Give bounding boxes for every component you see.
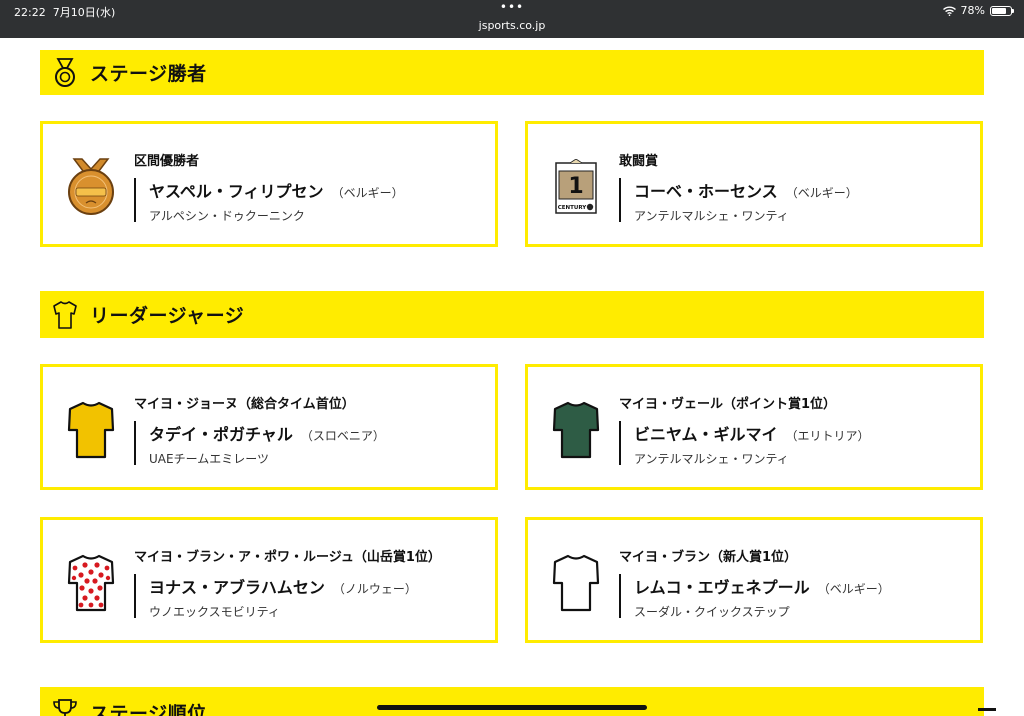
team-name: UAEチームエミレーツ: [149, 452, 269, 466]
award-title: 区間優勝者: [134, 154, 200, 169]
collapse-minus-icon[interactable]: [978, 708, 996, 711]
rider-name[interactable]: ヤスペル・フィリプセン: [149, 182, 324, 201]
green-jersey-icon: [550, 399, 602, 461]
section-title: ステージ勝者: [90, 63, 207, 85]
bib-number: 1: [568, 174, 583, 199]
rider-info: レムコ・エヴェネプール （ベルギー） スーダル・クイックステップ: [619, 574, 890, 619]
award-title: 敢闘賞: [619, 154, 659, 169]
rider-info: タデイ・ポガチャル （スロベニア） UAEチームエミレーツ: [134, 421, 385, 466]
award-card-maillot-vert[interactable]: マイヨ・ヴェール（ポイント賞1位） ビニヤム・ギルマイ （エリトリア） アンテルマ…: [525, 364, 983, 490]
award-card-maillot-blanc[interactable]: マイヨ・ブラン（新人賞1位） レムコ・エヴェネプール （ベルギー） スーダル・クイ…: [525, 517, 983, 643]
award-card-stage-winner[interactable]: 区間優勝者 ヤスペル・フィリプセン （ベルギー） アルペシン・ドゥクーニンク: [40, 121, 498, 247]
trophy-icon: [52, 695, 78, 716]
rider-name[interactable]: ビニヤム・ギルマイ: [634, 425, 778, 444]
section-leader-jersey: リーダージャージ: [40, 291, 984, 338]
section-stage-winner: ステージ勝者: [40, 50, 984, 95]
status-right: 78%: [942, 4, 1014, 17]
yellow-jersey-icon: [65, 399, 117, 461]
bib-subtext: CENTURY: [558, 205, 588, 211]
rider-nation: （ベルギー）: [785, 186, 858, 200]
wifi-icon: [942, 6, 956, 16]
award-card-maillot-jaune[interactable]: マイヨ・ジョーヌ（総合タイム首位） タデイ・ポガチャル （スロベニア） UAEチー…: [40, 364, 498, 490]
team-name: スーダル・クイックステップ: [634, 605, 790, 619]
combativity-number-icon: 1 CENTURY: [550, 156, 602, 218]
rider-info: ビニヤム・ギルマイ （エリトリア） アンテルマルシェ・ワンティ: [619, 421, 870, 466]
address-url[interactable]: jsports.co.jp: [0, 19, 1024, 32]
polka-dot-jersey-icon: [65, 552, 117, 614]
section-title: リーダージャージ: [90, 305, 245, 327]
rider-nation: （スロベニア）: [300, 429, 385, 443]
award-title: マイヨ・ブラン・ア・ポワ・ルージュ（山岳賞1位）: [134, 550, 441, 565]
rider-nation: （エリトリア）: [785, 429, 870, 443]
battery-icon: [990, 5, 1014, 16]
award-card-combativity[interactable]: 1 CENTURY 敢闘賞 コーベ・ホーセンス （ベルギー） アンテルマルシェ・ワ…: [525, 121, 983, 247]
white-jersey-icon: [550, 552, 602, 614]
section-stage-ranking[interactable]: ステージ順位: [40, 687, 984, 716]
multitasking-dots[interactable]: •••: [0, 0, 1024, 14]
rider-info: コーベ・ホーセンス （ベルギー） アンテルマルシェ・ワンティ: [619, 178, 858, 223]
medal-icon: [52, 57, 78, 88]
battery-fill: [992, 7, 1007, 14]
rider-info: ヤスペル・フィリプセン （ベルギー） アルペシン・ドゥクーニンク: [134, 178, 404, 223]
battery-percent: 78%: [960, 4, 985, 17]
rider-nation: （ベルギー）: [817, 582, 890, 596]
award-title: マイヨ・ブラン（新人賞1位）: [619, 550, 798, 565]
status-bar: 22:22 7月10日(水) ••• jsports.co.jp 78%: [0, 0, 1024, 38]
rider-name[interactable]: タデイ・ポガチャル: [149, 425, 293, 444]
rider-info: ヨナス・アブラハムセン （ノルウェー） ウノエックスモビリティ: [134, 574, 417, 619]
team-name: ウノエックスモビリティ: [149, 605, 280, 619]
award-card-maillot-pois[interactable]: マイヨ・ブラン・ア・ポワ・ルージュ（山岳賞1位） ヨナス・アブラハムセン （ノルウ…: [40, 517, 498, 643]
gold-medal-icon: [65, 156, 117, 218]
award-title: マイヨ・ジョーヌ（総合タイム首位）: [134, 397, 355, 412]
rider-name[interactable]: レムコ・エヴェネプール: [634, 578, 810, 597]
rider-name[interactable]: ヨナス・アブラハムセン: [149, 578, 325, 597]
jersey-outline-icon: [52, 300, 78, 330]
rider-nation: （ベルギー）: [331, 186, 404, 200]
rider-nation: （ノルウェー）: [332, 582, 417, 596]
award-title: マイヨ・ヴェール（ポイント賞1位）: [619, 397, 837, 412]
team-name: アンテルマルシェ・ワンティ: [634, 209, 789, 223]
team-name: アンテルマルシェ・ワンティ: [634, 452, 789, 466]
rider-name[interactable]: コーベ・ホーセンス: [634, 182, 778, 201]
section-title: ステージ順位: [90, 703, 207, 716]
team-name: アルペシン・ドゥクーニンク: [149, 209, 305, 223]
home-indicator[interactable]: [377, 705, 647, 710]
